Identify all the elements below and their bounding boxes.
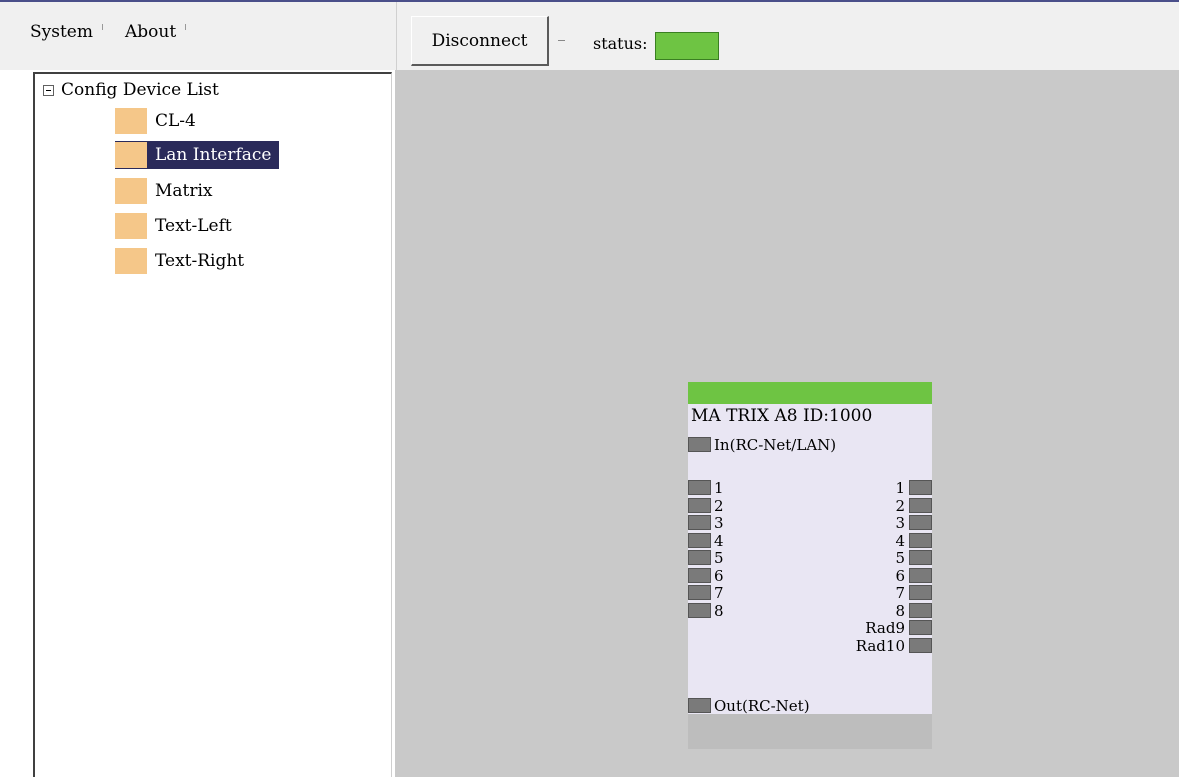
tree-item-text-right[interactable]: Text-Right	[115, 247, 244, 275]
left-port-label: 7	[714, 584, 724, 602]
right-port[interactable]	[909, 602, 932, 618]
right-port[interactable]	[909, 620, 932, 635]
right-port-label: 7	[895, 584, 905, 602]
collapse-icon[interactable]	[43, 84, 54, 96]
matrix-device-block[interactable]: MA TRIX A8 ID:1000 In(RC-Net/LAN) Out(RC…	[688, 382, 932, 749]
tree-item-label: Text-Left	[155, 216, 232, 236]
folder-icon	[115, 142, 147, 168]
left-port-label: 1	[714, 479, 724, 497]
right-port-label: 1	[895, 479, 905, 497]
menu-about[interactable]: About	[125, 22, 187, 42]
right-port[interactable]	[909, 550, 932, 565]
tree-item-label: Text-Right	[155, 251, 245, 271]
left-port[interactable]	[688, 497, 711, 513]
right-port-label: 8	[895, 601, 905, 620]
left-port[interactable]	[688, 480, 711, 495]
tree-item-label: Matrix	[155, 181, 213, 201]
right-port[interactable]	[909, 532, 932, 548]
left-port-label: 4	[714, 531, 724, 550]
device-title: MA TRIX A8 ID:1000	[691, 406, 873, 426]
out-port-label: Out(RC-Net)	[714, 697, 810, 715]
tree-root[interactable]: Config Device List	[43, 80, 219, 100]
left-port[interactable]	[688, 567, 711, 583]
right-port[interactable]	[909, 480, 932, 495]
right-port[interactable]	[909, 637, 932, 653]
right-port[interactable]	[909, 567, 932, 583]
tree-item-label: CL-4	[155, 111, 196, 131]
right-port[interactable]	[909, 585, 932, 600]
folder-icon	[115, 108, 147, 134]
left-port-label: 3	[714, 514, 724, 532]
device-tree-panel[interactable]: Config Device List CL-4 Lan Interface Ma…	[33, 72, 392, 777]
tree-item-cl-4[interactable]: CL-4	[115, 107, 196, 135]
folder-icon	[115, 178, 147, 204]
left-port-label: 6	[714, 566, 724, 585]
in-port[interactable]	[688, 437, 711, 452]
left-port[interactable]	[688, 602, 711, 618]
right-port-label: 5	[895, 549, 905, 567]
device-footer	[688, 714, 932, 749]
right-port-label: Rad9	[865, 619, 905, 637]
tree-item-text-left[interactable]: Text-Left	[115, 212, 232, 240]
tree-item-matrix[interactable]: Matrix	[115, 177, 213, 205]
separator-tick	[558, 40, 565, 41]
left-port-label: 8	[714, 601, 724, 620]
right-port[interactable]	[909, 497, 932, 513]
toolbar: System About Disconnect status:	[0, 0, 1179, 72]
folder-icon	[115, 248, 147, 274]
status-indicator	[655, 32, 719, 60]
tree-item-label: Lan Interface	[155, 145, 272, 165]
out-port[interactable]	[688, 698, 711, 713]
right-port-label: 4	[895, 531, 905, 550]
right-port[interactable]	[909, 515, 932, 530]
disconnect-button[interactable]: Disconnect	[411, 16, 549, 66]
right-port-label: 6	[895, 566, 905, 585]
menu-system[interactable]: System	[30, 22, 103, 42]
left-port[interactable]	[688, 515, 711, 530]
right-port-label: 3	[895, 514, 905, 532]
left-port[interactable]	[688, 585, 711, 600]
left-port[interactable]	[688, 550, 711, 565]
right-port-label: 2	[895, 496, 905, 515]
tree-item-lan-interface[interactable]: Lan Interface	[115, 141, 280, 169]
in-port-label: In(RC-Net/LAN)	[714, 436, 837, 454]
tree-root-label: Config Device List	[61, 80, 219, 100]
left-port-label: 5	[714, 549, 724, 567]
left-port-label: 2	[714, 496, 724, 515]
device-header[interactable]	[688, 382, 932, 404]
toolbar-divider	[396, 2, 397, 72]
folder-icon	[115, 213, 147, 239]
menu-bar: System About	[30, 22, 187, 42]
left-port[interactable]	[688, 532, 711, 548]
status-label: status:	[593, 34, 648, 53]
right-port-label: Rad10	[855, 636, 905, 655]
